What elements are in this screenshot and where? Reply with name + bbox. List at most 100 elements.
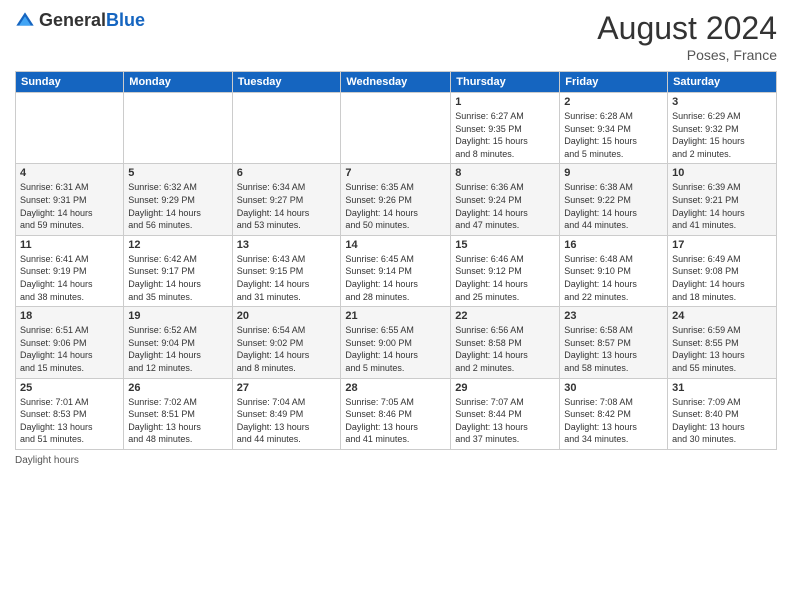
day-info: Sunrise: 6:59 AM Sunset: 8:55 PM Dayligh…	[672, 324, 772, 374]
calendar-cell: 4 Sunrise: 6:31 AM Sunset: 9:31 PM Daylig…	[16, 164, 124, 235]
day-number: 14	[345, 239, 446, 251]
day-number: 10	[672, 167, 772, 179]
day-info: Sunrise: 6:42 AM Sunset: 9:17 PM Dayligh…	[128, 253, 227, 303]
day-info: Sunrise: 7:04 AM Sunset: 8:49 PM Dayligh…	[237, 396, 337, 446]
day-info: Sunrise: 6:31 AM Sunset: 9:31 PM Dayligh…	[20, 181, 119, 231]
day-number: 3	[672, 96, 772, 108]
day-info: Sunrise: 7:08 AM Sunset: 8:42 PM Dayligh…	[564, 396, 663, 446]
calendar-cell: 30Sunrise: 7:08 AM Sunset: 8:42 PM Dayli…	[560, 378, 668, 449]
logo-blue: Blue	[106, 10, 145, 30]
day-info: Sunrise: 6:43 AM Sunset: 9:15 PM Dayligh…	[237, 253, 337, 303]
day-number: 5	[128, 167, 227, 179]
calendar-cell	[341, 93, 451, 164]
day-info: Sunrise: 6:51 AM Sunset: 9:06 PM Dayligh…	[20, 324, 119, 374]
calendar-dow-monday: Monday	[124, 72, 232, 93]
day-info: Sunrise: 6:45 AM Sunset: 9:14 PM Dayligh…	[345, 253, 446, 303]
calendar-cell: 5Sunrise: 6:32 AM Sunset: 9:29 PM Daylig…	[124, 164, 232, 235]
calendar-dow-saturday: Saturday	[668, 72, 777, 93]
calendar-cell	[16, 93, 124, 164]
day-info: Sunrise: 7:01 AM Sunset: 8:53 PM Dayligh…	[20, 396, 119, 446]
calendar-cell	[124, 93, 232, 164]
calendar-cell: 23 Sunrise: 6:58 AM Sunset: 8:57 PM Dayli…	[560, 307, 668, 378]
day-number: 4	[20, 167, 119, 179]
day-info: Sunrise: 6:55 AM Sunset: 9:00 PM Dayligh…	[345, 324, 446, 374]
day-number: 23	[564, 310, 663, 322]
calendar-cell: 12Sunrise: 6:42 AM Sunset: 9:17 PM Dayli…	[124, 235, 232, 306]
day-info: Sunrise: 6:27 AM Sunset: 9:35 PM Dayligh…	[455, 110, 555, 160]
calendar-week-row: 25 Sunrise: 7:01 AM Sunset: 8:53 PM Dayli…	[16, 378, 777, 449]
calendar-dow-sunday: Sunday	[16, 72, 124, 93]
day-number: 31	[672, 382, 772, 394]
day-number: 13	[237, 239, 337, 251]
calendar-week-row: 1 Sunrise: 6:27 AM Sunset: 9:35 PM Daylig…	[16, 93, 777, 164]
logo-general: General	[39, 10, 106, 30]
calendar-week-row: 4 Sunrise: 6:31 AM Sunset: 9:31 PM Daylig…	[16, 164, 777, 235]
day-info: Sunrise: 6:39 AM Sunset: 9:21 PM Dayligh…	[672, 181, 772, 231]
calendar-cell: 20Sunrise: 6:54 AM Sunset: 9:02 PM Dayli…	[232, 307, 341, 378]
calendar-cell: 16 Sunrise: 6:48 AM Sunset: 9:10 PM Dayli…	[560, 235, 668, 306]
day-info: Sunrise: 6:29 AM Sunset: 9:32 PM Dayligh…	[672, 110, 772, 160]
calendar-cell: 3 Sunrise: 6:29 AM Sunset: 9:32 PM Daylig…	[668, 93, 777, 164]
day-info: Sunrise: 6:52 AM Sunset: 9:04 PM Dayligh…	[128, 324, 227, 374]
calendar-cell: 15 Sunrise: 6:46 AM Sunset: 9:12 PM Dayli…	[451, 235, 560, 306]
calendar: SundayMondayTuesdayWednesdayThursdayFrid…	[15, 71, 777, 450]
calendar-dow-wednesday: Wednesday	[341, 72, 451, 93]
calendar-week-row: 18 Sunrise: 6:51 AM Sunset: 9:06 PM Dayli…	[16, 307, 777, 378]
day-info: Sunrise: 6:38 AM Sunset: 9:22 PM Dayligh…	[564, 181, 663, 231]
day-number: 24	[672, 310, 772, 322]
calendar-cell: 29Sunrise: 7:07 AM Sunset: 8:44 PM Dayli…	[451, 378, 560, 449]
day-number: 15	[455, 239, 555, 251]
calendar-cell: 27 Sunrise: 7:04 AM Sunset: 8:49 PM Dayli…	[232, 378, 341, 449]
day-number: 21	[345, 310, 446, 322]
calendar-cell: 2Sunrise: 6:28 AM Sunset: 9:34 PM Daylig…	[560, 93, 668, 164]
calendar-cell: 21 Sunrise: 6:55 AM Sunset: 9:00 PM Dayli…	[341, 307, 451, 378]
calendar-cell: 19Sunrise: 6:52 AM Sunset: 9:04 PM Dayli…	[124, 307, 232, 378]
calendar-cell: 7 Sunrise: 6:35 AM Sunset: 9:26 PM Daylig…	[341, 164, 451, 235]
calendar-cell: 1 Sunrise: 6:27 AM Sunset: 9:35 PM Daylig…	[451, 93, 560, 164]
day-info: Sunrise: 6:36 AM Sunset: 9:24 PM Dayligh…	[455, 181, 555, 231]
day-number: 17	[672, 239, 772, 251]
day-number: 28	[345, 382, 446, 394]
day-info: Sunrise: 6:56 AM Sunset: 8:58 PM Dayligh…	[455, 324, 555, 374]
day-info: Sunrise: 7:09 AM Sunset: 8:40 PM Dayligh…	[672, 396, 772, 446]
logo-icon	[15, 11, 35, 31]
calendar-cell: 26 Sunrise: 7:02 AM Sunset: 8:51 PM Dayli…	[124, 378, 232, 449]
day-number: 16	[564, 239, 663, 251]
calendar-cell: 28 Sunrise: 7:05 AM Sunset: 8:46 PM Dayli…	[341, 378, 451, 449]
calendar-cell: 22 Sunrise: 6:56 AM Sunset: 8:58 PM Dayli…	[451, 307, 560, 378]
calendar-cell: 9Sunrise: 6:38 AM Sunset: 9:22 PM Daylig…	[560, 164, 668, 235]
footer: Daylight hours	[15, 455, 777, 466]
day-number: 20	[237, 310, 337, 322]
day-number: 1	[455, 96, 555, 108]
day-number: 25	[20, 382, 119, 394]
calendar-header-row: SundayMondayTuesdayWednesdayThursdayFrid…	[16, 72, 777, 93]
calendar-week-row: 11Sunrise: 6:41 AM Sunset: 9:19 PM Dayli…	[16, 235, 777, 306]
day-info: Sunrise: 6:46 AM Sunset: 9:12 PM Dayligh…	[455, 253, 555, 303]
calendar-cell: 6Sunrise: 6:34 AM Sunset: 9:27 PM Daylig…	[232, 164, 341, 235]
calendar-cell: 25 Sunrise: 7:01 AM Sunset: 8:53 PM Dayli…	[16, 378, 124, 449]
day-info: Sunrise: 6:28 AM Sunset: 9:34 PM Dayligh…	[564, 110, 663, 160]
calendar-cell: 24 Sunrise: 6:59 AM Sunset: 8:55 PM Dayli…	[668, 307, 777, 378]
calendar-dow-thursday: Thursday	[451, 72, 560, 93]
month-year: August 2024	[597, 10, 777, 47]
day-info: Sunrise: 6:35 AM Sunset: 9:26 PM Dayligh…	[345, 181, 446, 231]
day-number: 26	[128, 382, 227, 394]
day-info: Sunrise: 7:05 AM Sunset: 8:46 PM Dayligh…	[345, 396, 446, 446]
day-info: Sunrise: 6:49 AM Sunset: 9:08 PM Dayligh…	[672, 253, 772, 303]
day-number: 11	[20, 239, 119, 251]
calendar-cell: 17 Sunrise: 6:49 AM Sunset: 9:08 PM Dayli…	[668, 235, 777, 306]
calendar-cell: 13 Sunrise: 6:43 AM Sunset: 9:15 PM Dayli…	[232, 235, 341, 306]
day-info: Sunrise: 6:48 AM Sunset: 9:10 PM Dayligh…	[564, 253, 663, 303]
day-number: 27	[237, 382, 337, 394]
header: GeneralBlue August 2024 Poses, France	[15, 10, 777, 63]
day-number: 22	[455, 310, 555, 322]
calendar-dow-tuesday: Tuesday	[232, 72, 341, 93]
day-info: Sunrise: 6:58 AM Sunset: 8:57 PM Dayligh…	[564, 324, 663, 374]
calendar-cell: 18 Sunrise: 6:51 AM Sunset: 9:06 PM Dayli…	[16, 307, 124, 378]
day-info: Sunrise: 7:02 AM Sunset: 8:51 PM Dayligh…	[128, 396, 227, 446]
calendar-cell: 10 Sunrise: 6:39 AM Sunset: 9:21 PM Dayli…	[668, 164, 777, 235]
day-number: 7	[345, 167, 446, 179]
calendar-cell: 8Sunrise: 6:36 AM Sunset: 9:24 PM Daylig…	[451, 164, 560, 235]
day-number: 18	[20, 310, 119, 322]
calendar-cell: 11Sunrise: 6:41 AM Sunset: 9:19 PM Dayli…	[16, 235, 124, 306]
